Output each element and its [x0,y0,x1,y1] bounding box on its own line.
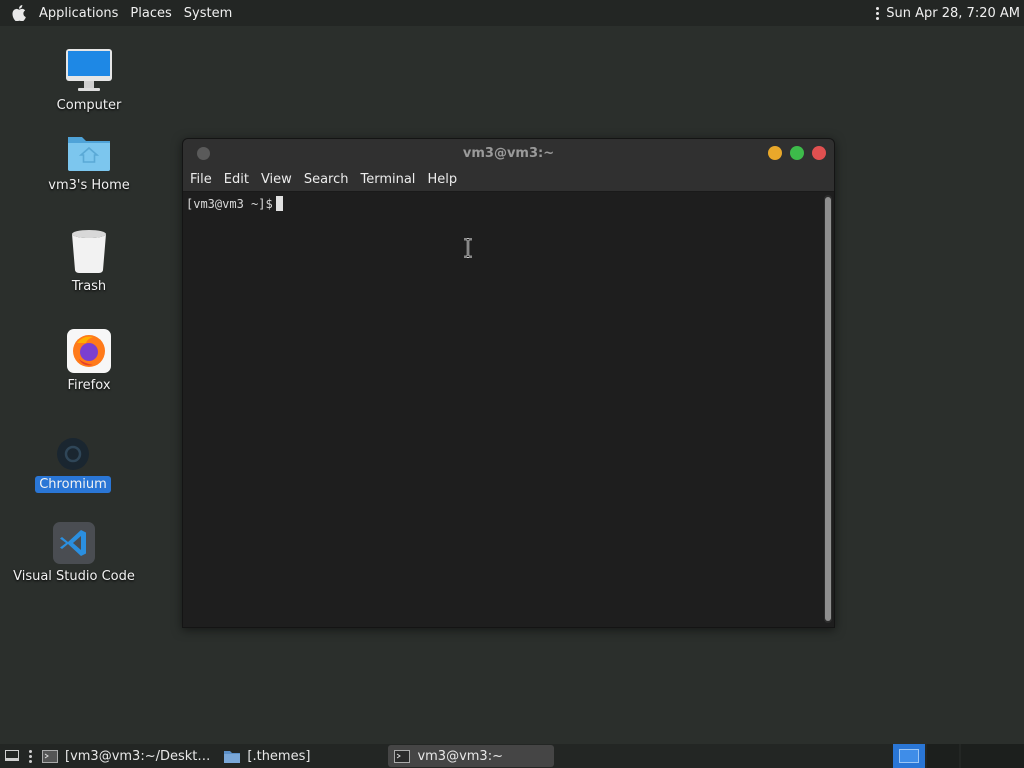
terminal-window: vm3@vm3:~ File Edit View Search Terminal… [182,138,835,628]
menu-terminal[interactable]: Terminal [354,172,421,187]
desktop-icon-trash[interactable]: Trash [19,228,159,295]
desktop-icon-label: vm3's Home [48,178,130,193]
workspace-3[interactable] [961,744,1024,768]
desktop-icon-home[interactable]: vm3's Home [19,131,159,194]
home-folder-icon [68,137,110,171]
terminal-prompt: [vm3@vm3 ~]$ [186,197,273,211]
desktop-icon-label: Chromium [35,476,111,493]
vscode-icon [53,522,95,564]
bottom-taskbar: [vm3@vm3:~/Deskt… [.themes] vm3@vm3:~ [0,744,1024,768]
menu-help[interactable]: Help [421,172,463,187]
top-panel: Applications Places System Sun Apr 28, 7… [0,0,1024,26]
menu-search[interactable]: Search [298,172,355,187]
window-controls [768,146,826,160]
task-terminal-desktop[interactable]: [vm3@vm3:~/Deskt… [36,745,216,767]
menu-edit[interactable]: Edit [218,172,255,187]
workspace-2[interactable] [927,744,959,768]
maximize-button[interactable] [790,146,804,160]
ibeam-cursor-icon [464,238,472,258]
computer-icon [66,49,112,91]
folder-icon [224,750,241,763]
firefox-icon [67,329,111,373]
scrollbar-thumb[interactable] [825,197,831,621]
desktop-icon-chromium[interactable]: Chromium [3,436,143,493]
task-label: vm3@vm3:~ [417,748,503,764]
terminal-cursor [275,196,283,211]
terminal-text-area[interactable]: [vm3@vm3 ~]$ [183,192,820,627]
task-themes-folder[interactable]: [.themes] [218,745,316,767]
desktop-icon-label: Visual Studio Code [13,569,135,584]
apple-logo-icon[interactable] [10,4,28,22]
terminal-menubar: File Edit View Search Terminal Help [183,167,834,192]
trash-icon [72,230,106,273]
terminal-icon [42,749,58,763]
panel-clock[interactable]: Sun Apr 28, 7:20 AM [886,6,1020,21]
chromium-icon [57,438,89,470]
menu-places[interactable]: Places [124,6,177,21]
desktop-icon-label: Firefox [67,378,111,393]
window-title: vm3@vm3:~ [462,145,555,161]
desktop-icon-firefox[interactable]: Firefox [19,329,159,394]
menu-applications[interactable]: Applications [33,6,124,21]
workspace-1-window [899,749,919,763]
task-label: [vm3@vm3:~/Deskt… [65,748,211,764]
task-label: [.themes] [247,748,311,764]
task-terminal-home[interactable]: vm3@vm3:~ [388,745,555,767]
minimize-button[interactable] [768,146,782,160]
desktop-icon-computer[interactable]: Computer [19,47,159,114]
taskbar-handle-icon [29,749,32,763]
show-desktop-icon[interactable] [5,750,19,762]
workspace-1[interactable] [893,744,925,768]
terminal-scrollbar[interactable] [824,195,832,623]
menu-system[interactable]: System [178,6,238,21]
terminal-icon [394,749,411,763]
menu-file[interactable]: File [183,172,218,187]
desktop-icon-label: Trash [71,279,107,294]
menu-view[interactable]: View [255,172,298,187]
desktop-icon-label: Computer [56,98,122,113]
window-titlebar[interactable]: vm3@vm3:~ [183,139,834,167]
desktop-icon-vscode[interactable]: Visual Studio Code [4,522,144,585]
close-button[interactable] [812,146,826,160]
panel-kebab-icon[interactable] [872,6,882,20]
